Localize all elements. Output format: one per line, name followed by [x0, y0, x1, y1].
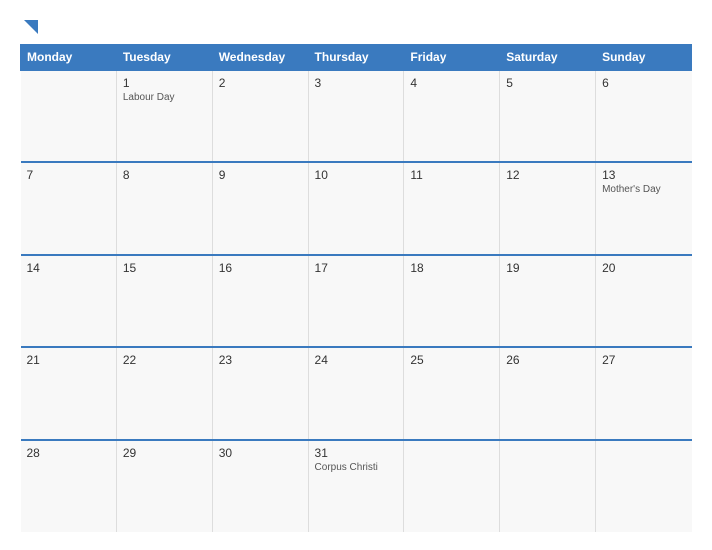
day-number: 25 [410, 353, 493, 367]
day-number: 22 [123, 353, 206, 367]
calendar-cell: 21 [21, 347, 117, 439]
calendar-cell: 9 [212, 162, 308, 254]
calendar-table: MondayTuesdayWednesdayThursdayFridaySatu… [20, 44, 692, 532]
calendar-cell: 11 [404, 162, 500, 254]
day-number: 17 [315, 261, 398, 275]
day-number: 21 [27, 353, 110, 367]
day-number: 9 [219, 168, 302, 182]
calendar-header-row: MondayTuesdayWednesdayThursdayFridaySatu… [21, 45, 692, 71]
day-number: 28 [27, 446, 110, 460]
day-number: 30 [219, 446, 302, 460]
day-number: 23 [219, 353, 302, 367]
day-number: 14 [27, 261, 110, 275]
day-number: 26 [506, 353, 589, 367]
day-number: 20 [602, 261, 685, 275]
calendar-cell [500, 440, 596, 532]
day-number: 2 [219, 76, 302, 90]
day-number: 15 [123, 261, 206, 275]
calendar-cell: 27 [596, 347, 692, 439]
calendar-week-row: 1 Labour Day 23456 [21, 70, 692, 162]
day-number: 11 [410, 168, 493, 182]
calendar-cell: 17 [308, 255, 404, 347]
calendar-header-tuesday: Tuesday [116, 45, 212, 71]
calendar-cell: 24 [308, 347, 404, 439]
day-number: 10 [315, 168, 398, 182]
day-number: 31 [315, 446, 398, 460]
calendar-cell: 1 Labour Day [116, 70, 212, 162]
holiday-name: Labour Day [123, 92, 206, 103]
day-number: 12 [506, 168, 589, 182]
calendar-cell: 12 [500, 162, 596, 254]
calendar-cell: 28 [21, 440, 117, 532]
day-number: 6 [602, 76, 685, 90]
day-number: 8 [123, 168, 206, 182]
calendar-cell [21, 70, 117, 162]
calendar-cell: 22 [116, 347, 212, 439]
holiday-name: Corpus Christi [315, 462, 398, 473]
calendar-week-row: 28 29 30 31 Corpus Christi [21, 440, 692, 532]
holiday-name: Mother's Day [602, 184, 685, 195]
calendar-header-saturday: Saturday [500, 45, 596, 71]
day-number: 27 [602, 353, 685, 367]
day-number: 16 [219, 261, 302, 275]
calendar-week-row: 789 10 11 12 13 Mother's Day [21, 162, 692, 254]
calendar-cell: 23 [212, 347, 308, 439]
day-number: 7 [27, 168, 110, 182]
calendar-header-wednesday: Wednesday [212, 45, 308, 71]
day-number: 4 [410, 76, 493, 90]
calendar-cell: 30 [212, 440, 308, 532]
calendar-cell: 18 [404, 255, 500, 347]
calendar-cell [404, 440, 500, 532]
calendar-cell: 2 [212, 70, 308, 162]
calendar-cell: 16 [212, 255, 308, 347]
calendar-cell: 7 [21, 162, 117, 254]
day-number: 3 [315, 76, 398, 90]
calendar-week-row: 21 22 23 24 25 26 27 [21, 347, 692, 439]
calendar-cell: 29 [116, 440, 212, 532]
calendar-cell: 26 [500, 347, 596, 439]
logo-flag-icon [22, 18, 40, 36]
day-number: 13 [602, 168, 685, 182]
page-header [20, 18, 692, 36]
calendar-cell: 13 Mother's Day [596, 162, 692, 254]
day-number: 1 [123, 76, 206, 90]
calendar-cell: 25 [404, 347, 500, 439]
logo [20, 18, 40, 36]
calendar-week-row: 14 15 16 17 18 19 20 [21, 255, 692, 347]
calendar-cell: 20 [596, 255, 692, 347]
day-number: 18 [410, 261, 493, 275]
calendar-cell: 14 [21, 255, 117, 347]
calendar-cell: 8 [116, 162, 212, 254]
calendar-cell: 4 [404, 70, 500, 162]
calendar-header-thursday: Thursday [308, 45, 404, 71]
calendar-header-monday: Monday [21, 45, 117, 71]
day-number: 5 [506, 76, 589, 90]
calendar-cell: 19 [500, 255, 596, 347]
calendar-header-sunday: Sunday [596, 45, 692, 71]
calendar-cell: 5 [500, 70, 596, 162]
day-number: 29 [123, 446, 206, 460]
calendar-cell: 6 [596, 70, 692, 162]
calendar-cell: 15 [116, 255, 212, 347]
day-number: 19 [506, 261, 589, 275]
calendar-cell: 3 [308, 70, 404, 162]
calendar-cell: 31 Corpus Christi [308, 440, 404, 532]
day-number: 24 [315, 353, 398, 367]
calendar-cell [596, 440, 692, 532]
calendar-cell: 10 [308, 162, 404, 254]
calendar-header-friday: Friday [404, 45, 500, 71]
